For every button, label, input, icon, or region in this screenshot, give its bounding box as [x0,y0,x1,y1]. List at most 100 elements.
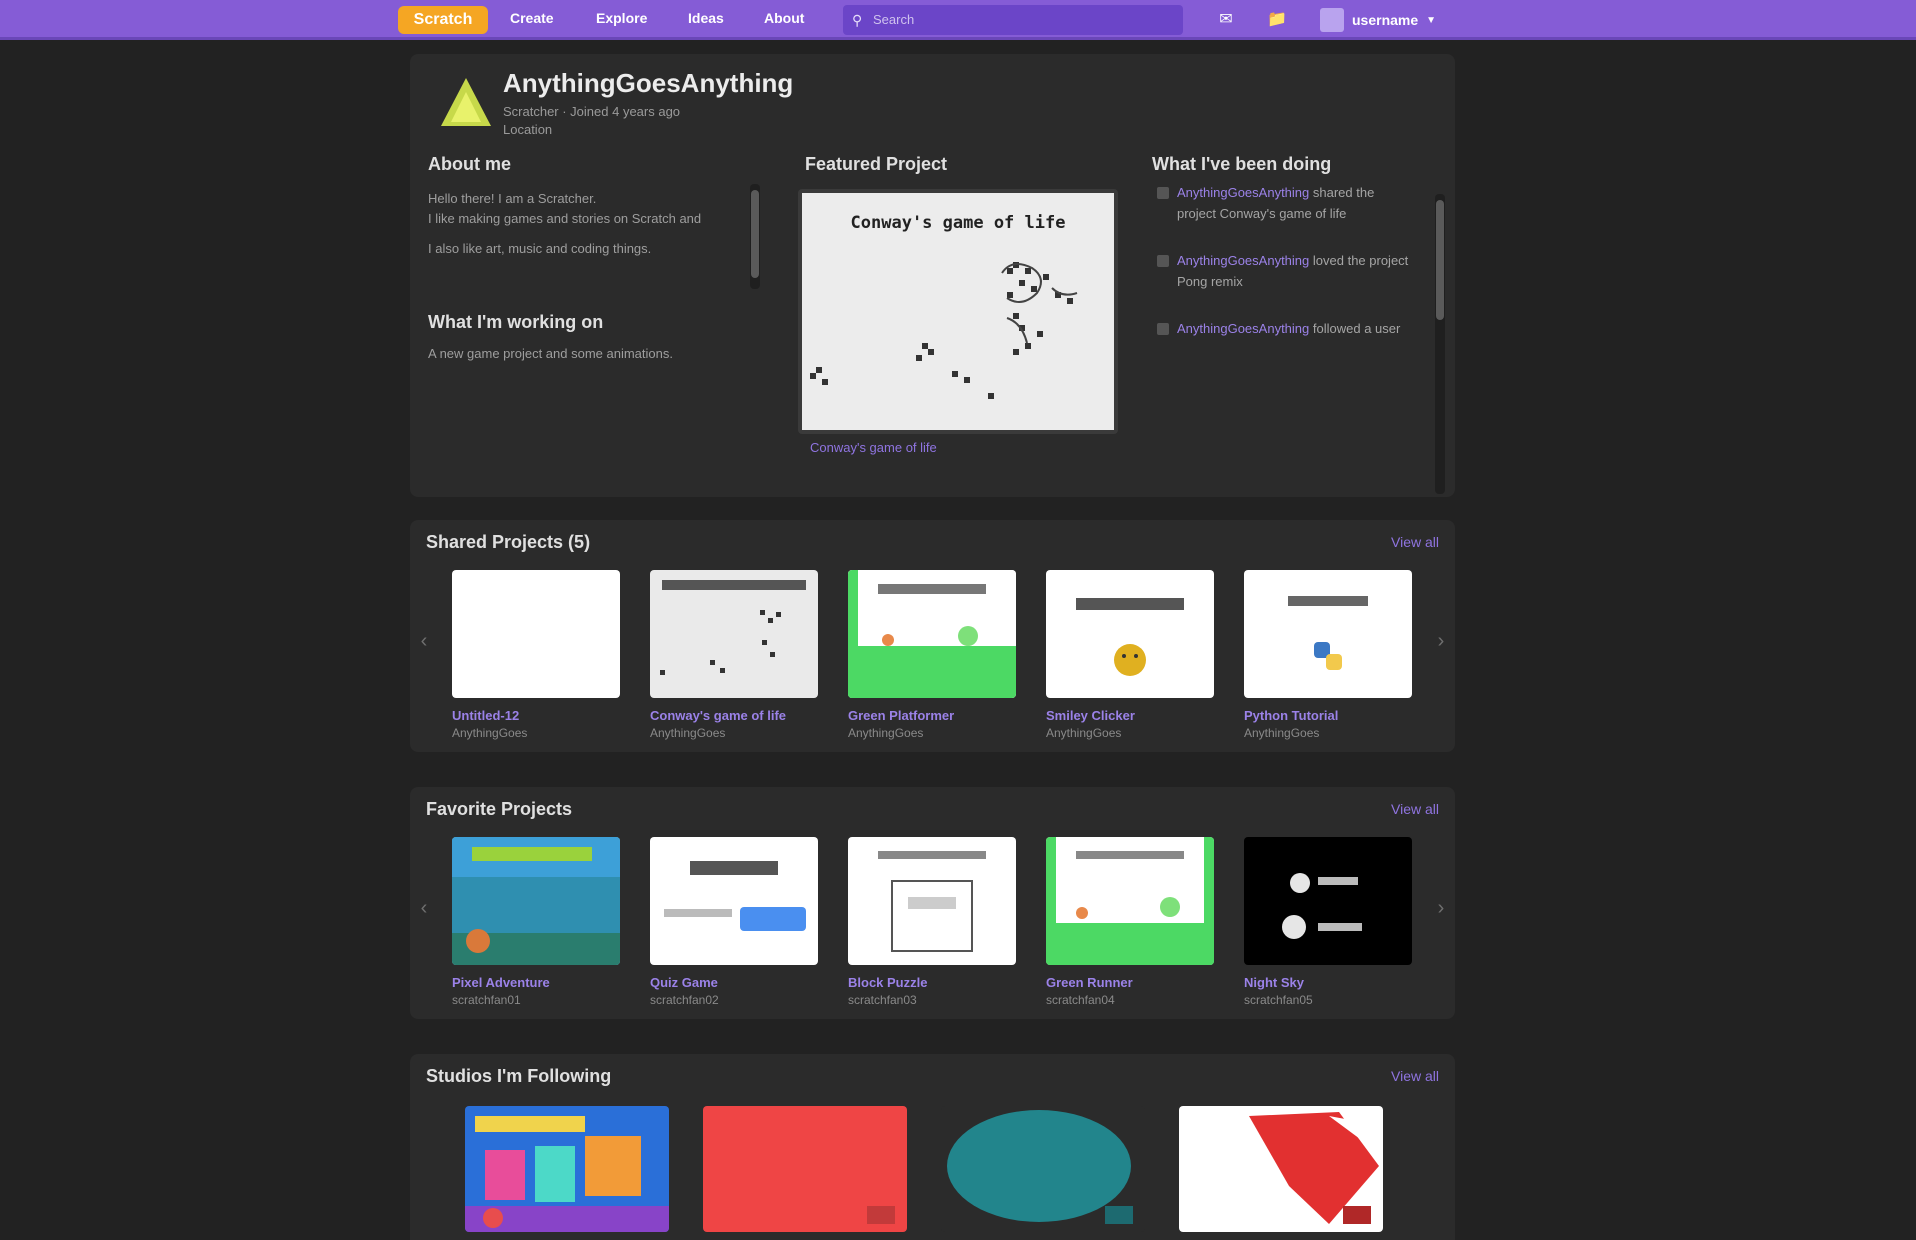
project-title[interactable]: Smiley Clicker [1046,708,1214,723]
project-thumbnail[interactable] [1244,837,1412,965]
project-title[interactable]: Quiz Game [650,975,818,990]
project-card[interactable]: Pixel Adventure scratchfan01 [452,837,620,1007]
project-card[interactable]: Green Platformer AnythingGoes [848,570,1016,740]
section-title: Shared Projects (5) [426,532,591,552]
project-thumbnail[interactable] [452,570,620,698]
project-author[interactable]: scratchfan01 [452,993,620,1007]
messages-icon[interactable]: ✉ [1213,8,1239,32]
profile-avatar [441,78,491,126]
activity-user-link[interactable]: AnythingGoesAnything [1177,253,1309,268]
activity-item[interactable]: AnythingGoesAnything followed a user [1155,318,1415,339]
about-scrollbar[interactable] [750,184,760,289]
working-heading: What I'm working on [428,312,604,332]
project-card[interactable]: Green Runner scratchfan04 [1046,837,1214,1007]
profile-panel: AnythingGoesAnything Scratcher · Joined … [410,54,1455,497]
nav-create[interactable]: Create [510,0,554,40]
working-text[interactable]: A new game project and some animations. [428,344,748,364]
studio-card[interactable] [465,1106,669,1232]
profile-name: AnythingGoesAnything [503,68,794,98]
activity-heading: What I've been doing [1152,154,1332,174]
project-thumbnail[interactable] [650,837,818,965]
avatar [1320,8,1344,32]
project-title[interactable]: Night Sky [1244,975,1412,990]
activity-user-link[interactable]: AnythingGoesAnything [1177,185,1309,200]
view-all-link[interactable]: View all [1391,534,1439,550]
profile-meta: Scratcher · Joined 4 years ago [503,104,681,119]
studio-card[interactable] [1179,1106,1383,1232]
favorite-projects-section: Favorite Projects View all ‹ › Pixel Adv… [410,787,1455,1019]
thumbnail-graphic [660,580,806,675]
about-line-1: Hello there! I am a Scratcher. [428,191,597,206]
account-menu[interactable]: username ▼ [1320,6,1436,34]
project-thumbnail[interactable] [848,570,1016,698]
studios-section: Studios I'm Following View all [410,1054,1455,1240]
project-thumbnail[interactable] [650,570,818,698]
thumbnail-graphic [1282,873,1362,939]
activity-scroll-thumb[interactable] [1436,200,1444,320]
project-author[interactable]: scratchfan05 [1244,993,1412,1007]
project-author[interactable]: AnythingGoes [848,726,1016,740]
project-title[interactable]: Python Tutorial [1244,708,1412,723]
project-card[interactable]: Untitled-12 AnythingGoes [452,570,620,740]
project-thumbnail[interactable] [452,837,620,965]
view-all-link[interactable]: View all [1391,801,1439,817]
project-card[interactable]: Smiley Clicker AnythingGoes [1046,570,1214,740]
thumbnail-graphic [1288,596,1368,670]
project-thumbnail[interactable] [1046,570,1214,698]
project-title[interactable]: Block Puzzle [848,975,1016,990]
project-title[interactable]: Pixel Adventure [452,975,620,990]
search-input[interactable]: ⚲ Search [843,5,1183,35]
studio-card[interactable] [703,1106,907,1232]
activity-text: followed a user [1312,321,1401,336]
project-card[interactable]: Python Tutorial AnythingGoes [1244,570,1412,740]
about-line-2: I like making games and stories on Scrat… [428,211,702,226]
project-card[interactable]: Conway's game of life AnythingGoes [650,570,818,740]
activity-user-link[interactable]: AnythingGoesAnything [1177,321,1309,336]
about-scroll-thumb[interactable] [751,190,759,278]
studio-card[interactable] [941,1106,1145,1232]
project-card[interactable]: Night Sky scratchfan05 [1244,837,1412,1007]
project-card[interactable]: Quiz Game scratchfan02 [650,837,818,1007]
nav-about[interactable]: About [764,0,804,40]
thumbnail-graphic [1046,837,1214,965]
project-title[interactable]: Green Runner [1046,975,1214,990]
carousel-left-arrow-icon[interactable]: ‹ [414,630,434,653]
view-all-link[interactable]: View all [1391,1068,1439,1084]
activity-item[interactable]: AnythingGoesAnything shared the project … [1155,182,1415,224]
project-author[interactable]: AnythingGoes [1046,726,1214,740]
scratch-logo[interactable]: Scratch [398,6,488,34]
carousel-left-arrow-icon[interactable]: ‹ [414,897,434,920]
project-thumbnail[interactable] [1046,837,1214,965]
project-title[interactable]: Conway's game of life [650,708,818,723]
featured-project-link[interactable]: Conway's game of life [810,440,937,455]
project-title[interactable]: Untitled-12 [452,708,620,723]
activity-item[interactable]: AnythingGoesAnything loved the project P… [1155,250,1415,292]
project-title[interactable]: Green Platformer [848,708,1016,723]
username-label: username [1352,12,1419,28]
nav-explore[interactable]: Explore [596,0,647,40]
project-author[interactable]: AnythingGoes [650,726,818,740]
project-card[interactable]: Block Puzzle scratchfan03 [848,837,1016,1007]
project-author[interactable]: AnythingGoes [452,726,620,740]
featured-project-thumbnail[interactable]: Conway's game of life [798,189,1118,434]
about-text[interactable]: Hello there! I am a Scratcher. I like ma… [428,189,748,259]
project-author[interactable]: AnythingGoes [1244,726,1412,740]
search-icon: ⚲ [852,12,863,28]
my-stuff-icon[interactable]: 📁 [1264,8,1290,32]
studio-thumbnail [465,1106,669,1232]
project-author[interactable]: scratchfan04 [1046,993,1214,1007]
about-line-3: I also like art, music and coding things… [428,241,652,256]
nav-ideas[interactable]: Ideas [688,0,724,40]
carousel-right-arrow-icon[interactable]: › [1431,630,1451,653]
thumbnail-graphic [452,837,620,965]
search-placeholder: Search [873,12,915,27]
project-author[interactable]: scratchfan02 [650,993,818,1007]
carousel-right-arrow-icon[interactable]: › [1431,897,1451,920]
project-thumbnail[interactable] [848,837,1016,965]
chevron-down-icon: ▼ [1426,14,1437,26]
project-thumbnail[interactable] [1244,570,1412,698]
thumbnail-graphic [878,851,986,952]
activity-scrollbar[interactable] [1435,194,1445,494]
project-author[interactable]: scratchfan03 [848,993,1016,1007]
profile-location: Location [503,122,553,137]
